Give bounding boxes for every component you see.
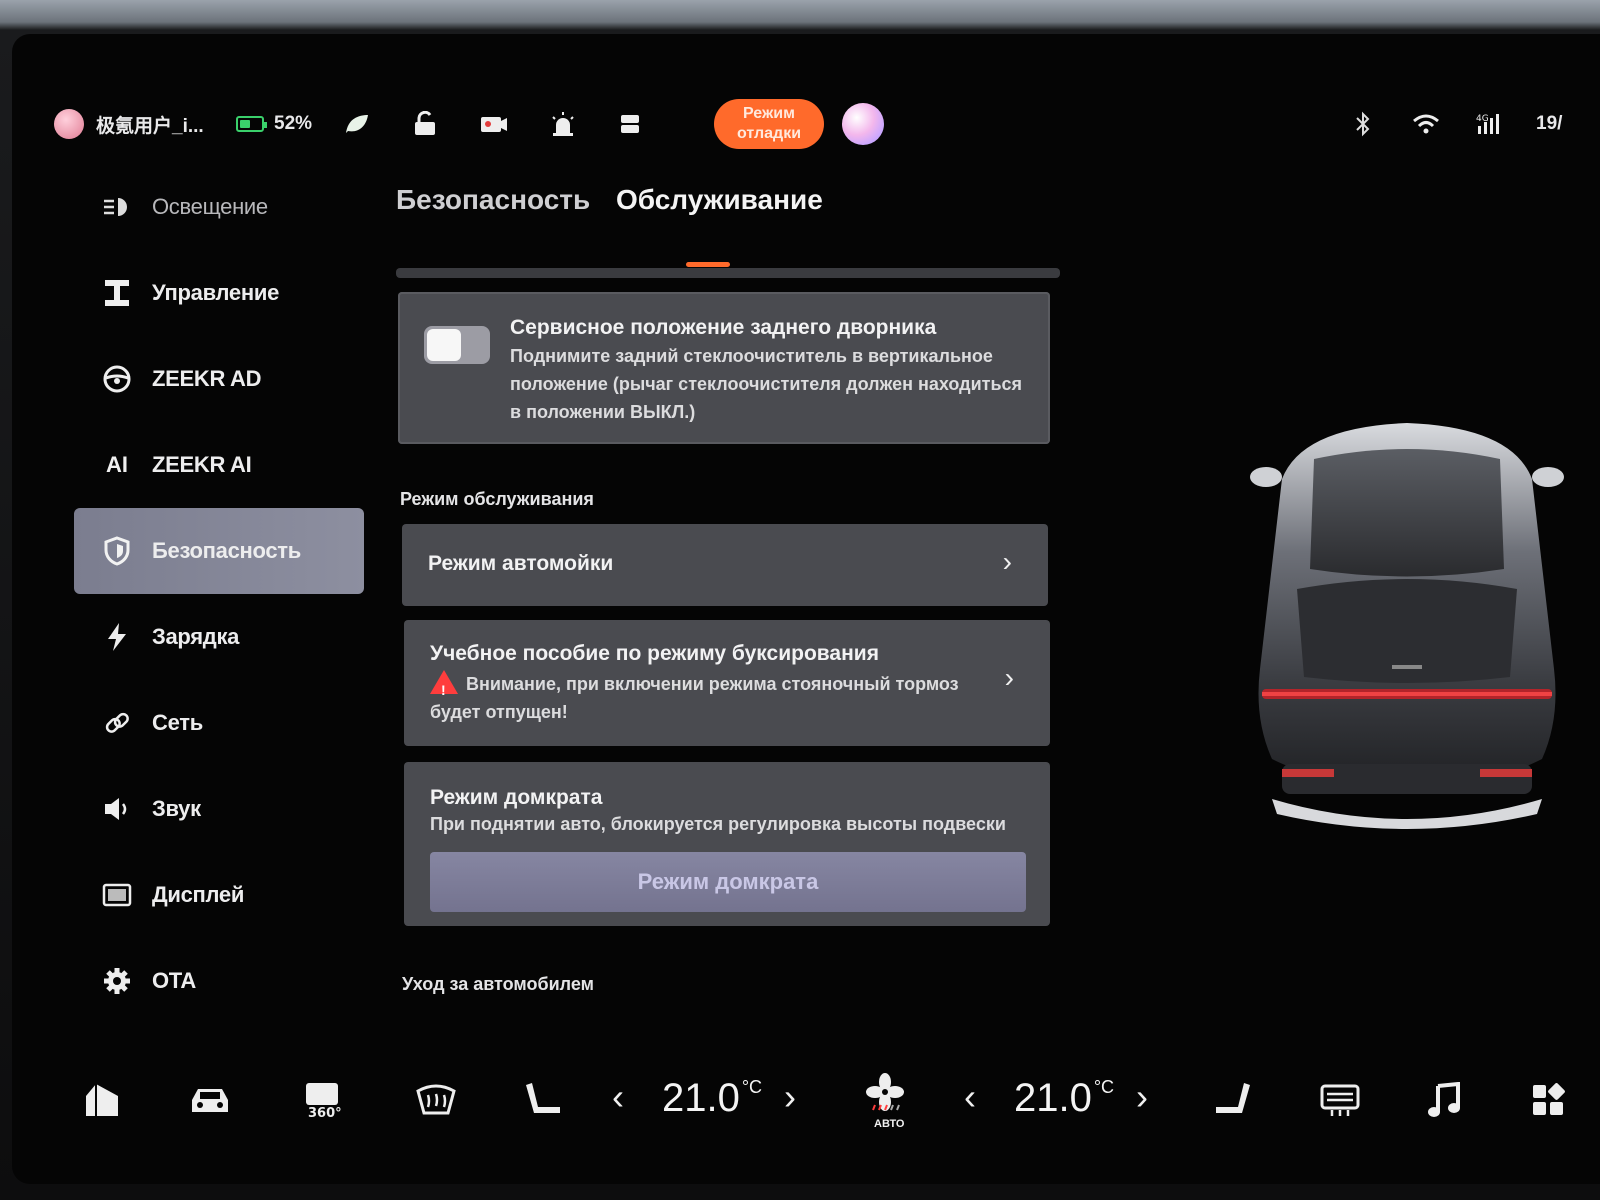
- bolt-icon: [100, 620, 134, 654]
- ai-icon: AI: [106, 452, 128, 477]
- right-temp-unit: °C: [1093, 1077, 1115, 1097]
- gear-icon: [100, 964, 134, 998]
- camera-360-icon[interactable]: 360°: [294, 1072, 350, 1128]
- sidebar-item-lighting[interactable]: Освещение: [74, 164, 364, 250]
- right-temp-value: 21.0: [1014, 1076, 1092, 1120]
- seat-right-icon[interactable]: [1208, 1072, 1256, 1128]
- car-wash-mode-row[interactable]: Режим автомойки ›: [402, 524, 1048, 606]
- fan-auto-label: АВТО: [874, 1118, 905, 1130]
- seat-left-icon[interactable]: [520, 1072, 568, 1128]
- sidebar-item-charging[interactable]: Зарядка: [74, 594, 364, 680]
- towing-guide-row[interactable]: Учебное пособие по режиму буксирования !…: [404, 620, 1050, 746]
- defrost-front-icon[interactable]: [408, 1072, 464, 1128]
- left-temp-decrease[interactable]: ‹: [612, 1076, 624, 1118]
- lock-open-icon[interactable]: [412, 94, 438, 154]
- status-bar: 极氪用户_i... 52% Режим отладки 4G 19/: [12, 94, 1600, 154]
- towing-warning: ! Внимание, при включении режима стояночн…: [430, 670, 990, 726]
- towing-warning-text: Внимание, при включении режима стояночны…: [430, 674, 959, 722]
- apps-icon[interactable]: [1524, 1072, 1572, 1128]
- wifi-icon[interactable]: [1412, 94, 1440, 154]
- jack-mode-card: Режим домкрата При поднятии авто, блокир…: [404, 762, 1050, 926]
- left-temp-increase[interactable]: ›: [784, 1076, 796, 1118]
- light-icon: [100, 190, 134, 224]
- active-tab-indicator: [686, 262, 730, 267]
- steering-wheel-icon: [100, 362, 134, 396]
- left-temp-value: 21.0: [662, 1076, 740, 1120]
- shield-icon: [100, 534, 134, 568]
- music-icon[interactable]: [1420, 1072, 1468, 1128]
- user-name: 极氪用户_i...: [96, 115, 204, 137]
- tab-security[interactable]: Безопасность: [396, 184, 590, 216]
- sidebar-item-network[interactable]: Сеть: [74, 680, 364, 766]
- clock: 19/: [1536, 94, 1562, 154]
- sidebar-item-display[interactable]: Дисплей: [74, 852, 364, 938]
- right-temp-increase[interactable]: ›: [1136, 1076, 1148, 1118]
- screen: 极氪用户_i... 52% Режим отладки 4G 19/ Освещ…: [12, 34, 1600, 1184]
- sidebar-item-sound[interactable]: Звук: [74, 766, 364, 852]
- tab-maintenance[interactable]: Обслуживание: [616, 184, 823, 216]
- user-profile[interactable]: 极氪用户_i...: [54, 94, 204, 154]
- home-icon[interactable]: [78, 1072, 126, 1128]
- car-wash-title: Режим автомойки: [428, 552, 614, 575]
- rear-wiper-service-card: Сервисное положение заднего дворника Под…: [398, 292, 1050, 444]
- defrost-rear-icon[interactable]: [1312, 1072, 1368, 1128]
- left-temp: 21.0 °C: [662, 1076, 762, 1121]
- link-icon: [100, 706, 134, 740]
- debug-mode-badge[interactable]: Режим отладки: [714, 94, 824, 154]
- alarm-icon[interactable]: [550, 94, 576, 154]
- svg-text:360°: 360°: [308, 1106, 342, 1119]
- debug-badge-label: Режим отладки: [714, 99, 824, 149]
- battery-icon: [236, 116, 267, 132]
- scrolled-card-edge: [396, 268, 1060, 278]
- left-temp-unit: °C: [741, 1077, 763, 1097]
- sidebar-item-security[interactable]: Безопасность: [74, 508, 364, 594]
- fan-icon[interactable]: [860, 1064, 910, 1120]
- warning-icon: !: [430, 670, 458, 698]
- sidebar-item-zeekr-ad[interactable]: ZEEKR AD: [74, 336, 364, 422]
- voice-assistant-blob[interactable]: [842, 94, 884, 154]
- car-icon[interactable]: [182, 1072, 238, 1128]
- battery-text: 52%: [274, 113, 313, 134]
- jack-mode-button[interactable]: Режим домкрата: [430, 852, 1026, 912]
- steering-control-icon: [100, 276, 134, 310]
- service-mode-label: Режим обслуживания: [400, 489, 594, 509]
- rear-wiper-toggle[interactable]: [424, 326, 490, 364]
- right-temp: 21.0 °C: [1014, 1076, 1114, 1121]
- speaker-icon: [100, 792, 134, 826]
- leaf-icon[interactable]: [344, 94, 370, 154]
- seat-icon[interactable]: [618, 94, 642, 154]
- rear-wiper-title: Сервисное положение заднего дворника: [510, 316, 937, 339]
- sidebar-item-zeekr-ai[interactable]: AI ZEEKR AI: [74, 422, 364, 508]
- right-temp-decrease[interactable]: ‹: [964, 1076, 976, 1118]
- bluetooth-icon[interactable]: [1354, 94, 1372, 154]
- assistant-icon: [842, 103, 884, 145]
- towing-title: Учебное пособие по режиму буксирования: [430, 642, 879, 665]
- chevron-right-icon: ›: [1002, 546, 1012, 577]
- jack-mode-title: Режим домкрата: [430, 786, 603, 809]
- toggle-knob: [427, 329, 461, 361]
- display-icon: [100, 878, 134, 912]
- time-text: 19/: [1536, 113, 1563, 134]
- sidebar-item-control[interactable]: Управление: [74, 250, 364, 336]
- jack-mode-desc: При поднятии авто, блокируется регулиров…: [430, 814, 1006, 834]
- chevron-right-icon: ›: [1004, 662, 1014, 693]
- sidebar-item-ota[interactable]: OTA: [74, 938, 364, 1024]
- camera-icon[interactable]: [480, 94, 508, 154]
- battery-status: 52%: [236, 94, 312, 154]
- avatar: [54, 109, 84, 139]
- cellular-4g-icon: 4G: [1476, 94, 1502, 154]
- car-care-label: Уход за автомобилем: [402, 974, 594, 994]
- vehicle-render: [1242, 419, 1572, 839]
- bottom-dock: 360° ‹ 21.0 °C › АВТО ‹ 21.0 °C ›: [12, 1054, 1600, 1144]
- rear-wiper-desc: Поднимите задний стеклоочиститель в верт…: [510, 346, 1023, 422]
